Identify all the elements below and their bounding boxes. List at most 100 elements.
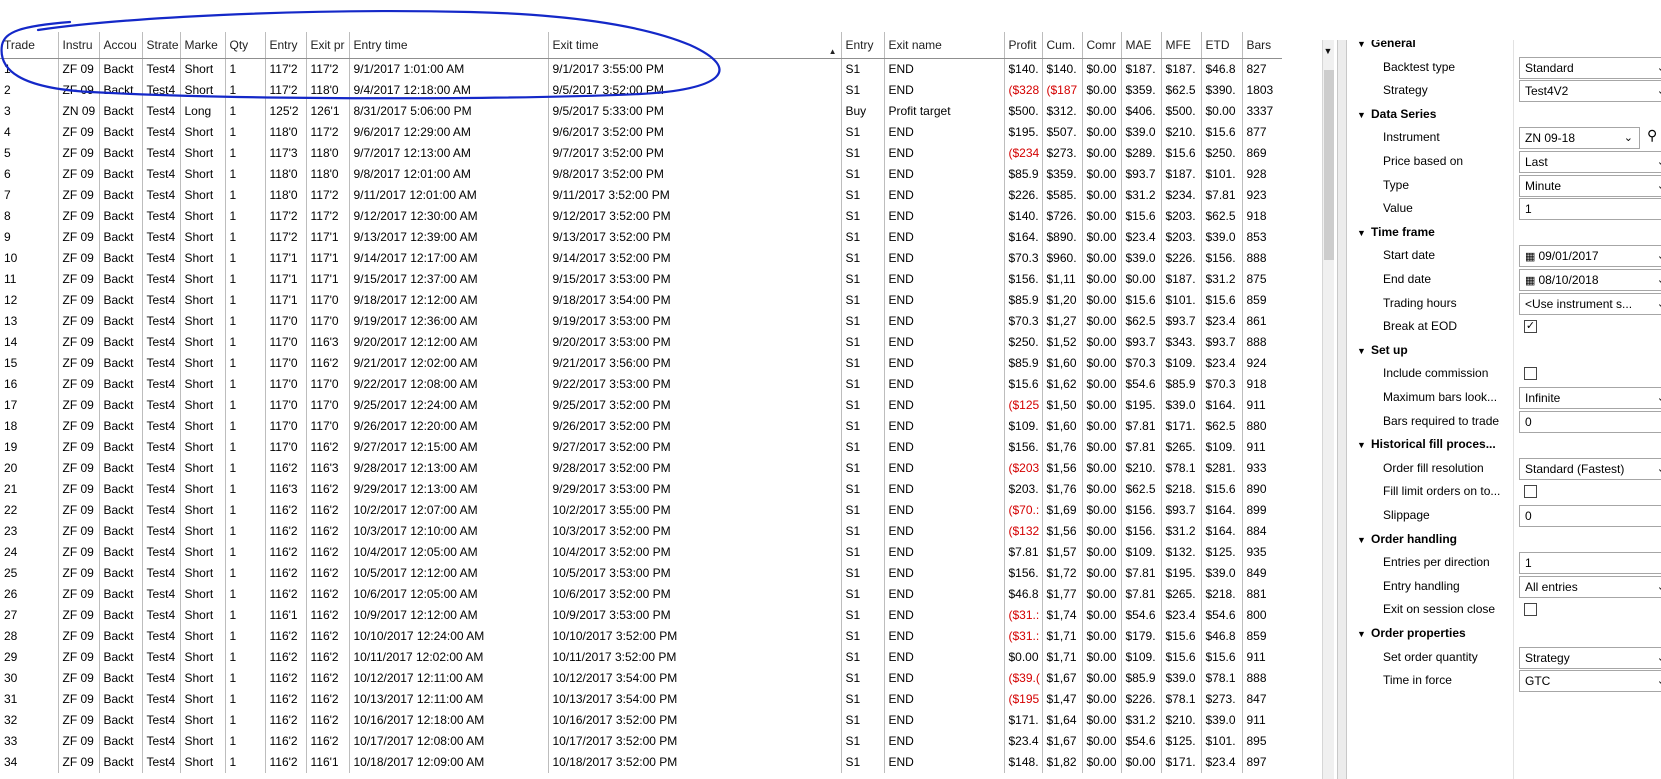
chevron-down-icon[interactable]: ⌄	[1657, 81, 1661, 101]
select-maximum-bars-look[interactable]: Infinite ⌄	[1519, 387, 1661, 409]
table-row[interactable]: 33 ZF 09 Backt Test4 Short 1 116'2 116'2 10/17/2…	[0, 731, 1282, 752]
checkbox-exit-on-session-close[interactable]	[1524, 603, 1537, 617]
table-row[interactable]: 27 ZF 09 Backt Test4 Short 1 116'1 116'2 10/9/20…	[0, 605, 1282, 626]
select-trading-hours[interactable]: <Use instrument s... ⌄	[1519, 292, 1661, 315]
section-order-properties[interactable]: ▼ Order properties	[1357, 622, 1466, 644]
column-header-marke[interactable]: Marke	[179, 32, 225, 59]
table-row[interactable]: 3 ZN 09 Backt Test4 Long 1 125'2 126'1 8/31/2017…	[0, 101, 1282, 122]
magnifier-icon[interactable]: ⚲	[1647, 127, 1661, 147]
select-strategy[interactable]: Test4V2 ⌄	[1519, 80, 1661, 103]
section-historical-fill-proces[interactable]: ▼ Historical fill proces...	[1357, 433, 1496, 455]
table-row[interactable]: 4 ZF 09 Backt Test4 Short 1 118'0 117'2 9/6/2017…	[0, 122, 1282, 143]
table-row[interactable]: 14 ZF 09 Backt Test4 Short 1 117'0 116'3 9/20/20…	[0, 332, 1282, 353]
panel-toggle-icon[interactable]: ▼	[1320, 44, 1336, 58]
column-header-cum[interactable]: Cum.	[1041, 32, 1082, 59]
table-row[interactable]: 28 ZF 09 Backt Test4 Short 1 116'2 116'2 10/10/2…	[0, 626, 1282, 647]
scrollbar-thumb[interactable]	[1324, 70, 1334, 260]
table-row[interactable]: 12 ZF 09 Backt Test4 Short 1 117'1 117'0 9/18/20…	[0, 290, 1282, 311]
column-header-strate[interactable]: Strate	[141, 32, 180, 59]
column-header-mae[interactable]: MAE	[1120, 32, 1161, 59]
table-row[interactable]: 15 ZF 09 Backt Test4 Short 1 117'0 116'2 9/21/20…	[0, 353, 1282, 374]
table-row[interactable]: 1 ZF 09 Backt Test4 Short 1 117'2 117'2 9/1/2017…	[0, 58, 1282, 80]
field-entries-per-direction[interactable]: 1	[1519, 552, 1661, 575]
column-header-exit-time[interactable]: Exit time ▲	[547, 32, 841, 59]
trades-grid[interactable]: Trade Instru Accou Strate Marke Qty Entry Exit …	[0, 0, 1330, 779]
select-time-in-force[interactable]: GTC ⌄	[1519, 670, 1661, 693]
table-row[interactable]: 9 ZF 09 Backt Test4 Short 1 117'2 117'1 9/13/201…	[0, 227, 1282, 248]
select-price-based-on[interactable]: Last ⌄	[1519, 151, 1661, 173]
chevron-down-icon[interactable]: ⌄	[1624, 128, 1633, 148]
table-row[interactable]: 23 ZF 09 Backt Test4 Short 1 116'2 116'2 10/3/20…	[0, 521, 1282, 542]
select-order-fill-resolution[interactable]: Standard (Fastest) ⌄	[1519, 457, 1661, 480]
collapse-triangle-icon[interactable]: ▼	[1357, 340, 1371, 362]
select-type[interactable]: Minute ⌄	[1519, 174, 1661, 197]
collapse-triangle-icon[interactable]: ▼	[1357, 434, 1371, 456]
column-header-entry[interactable]: Entry	[840, 32, 884, 59]
grid-vertical-scrollbar[interactable]	[1322, 40, 1334, 779]
chevron-down-icon[interactable]: ⌄	[1657, 294, 1661, 314]
chevron-down-icon[interactable]: ⌄	[1657, 577, 1661, 597]
chevron-down-icon[interactable]: ⌄	[1657, 246, 1661, 266]
field-value[interactable]: 1	[1519, 198, 1661, 221]
table-row[interactable]: 2 ZF 09 Backt Test4 Short 1 117'2 118'0 9/4/2017…	[0, 80, 1282, 101]
section-set-up[interactable]: ▼ Set up	[1357, 339, 1408, 361]
select-entry-handling[interactable]: All entries ⌄	[1519, 575, 1661, 598]
table-row[interactable]: 18 ZF 09 Backt Test4 Short 1 117'0 117'0 9/26/20…	[0, 416, 1282, 437]
chevron-down-icon[interactable]: ⌄	[1657, 270, 1661, 290]
calendar-icon[interactable]: ▦	[1525, 275, 1538, 287]
chevron-down-icon[interactable]: ⌄	[1657, 648, 1661, 668]
field-bars-required-to-trade[interactable]: 0	[1519, 410, 1661, 433]
column-header-accou[interactable]: Accou	[98, 32, 142, 59]
collapse-triangle-icon[interactable]: ▼	[1357, 623, 1371, 645]
table-row[interactable]: 13 ZF 09 Backt Test4 Short 1 117'0 117'0 9/19/20…	[0, 311, 1282, 332]
table-row[interactable]: 6 ZF 09 Backt Test4 Short 1 118'0 118'0 9/8/2017…	[0, 164, 1282, 185]
collapse-triangle-icon[interactable]: ▼	[1357, 40, 1371, 55]
table-row[interactable]: 29 ZF 09 Backt Test4 Short 1 116'2 116'2 10/11/2…	[0, 647, 1282, 668]
table-row[interactable]: 5 ZF 09 Backt Test4 Short 1 117'3 118'0 9/7/2017…	[0, 143, 1282, 164]
table-row[interactable]: 21 ZF 09 Backt Test4 Short 1 116'3 116'2 9/29/20…	[0, 479, 1282, 500]
checkbox-break-at-eod[interactable]: ✓	[1524, 320, 1537, 334]
select-set-order-quantity[interactable]: Strategy ⌄	[1519, 646, 1661, 669]
column-header-mfe[interactable]: MFE	[1160, 32, 1201, 59]
select-backtest-type[interactable]: Standard ⌄	[1519, 56, 1661, 79]
column-header-instru[interactable]: Instru	[57, 32, 99, 59]
chevron-down-icon[interactable]: ⌄	[1657, 459, 1661, 479]
table-row[interactable]: 20 ZF 09 Backt Test4 Short 1 116'2 116'3 9/28/20…	[0, 458, 1282, 479]
table-row[interactable]: 24 ZF 09 Backt Test4 Short 1 116'2 116'2 10/4/20…	[0, 542, 1282, 563]
table-row[interactable]: 11 ZF 09 Backt Test4 Short 1 117'1 117'1 9/15/20…	[0, 269, 1282, 290]
column-header-comr[interactable]: Comr	[1081, 32, 1121, 59]
column-header-exit-pr[interactable]: Exit pr	[305, 32, 349, 59]
field-slippage[interactable]: 0	[1519, 505, 1661, 527]
checkbox-include-commission[interactable]	[1524, 367, 1537, 381]
checkbox-fill-limit-orders-on-to[interactable]	[1524, 485, 1537, 499]
table-row[interactable]: 16 ZF 09 Backt Test4 Short 1 117'0 117'0 9/22/20…	[0, 374, 1282, 395]
chevron-down-icon[interactable]: ⌄	[1657, 152, 1661, 172]
column-header-qty[interactable]: Qty	[224, 32, 265, 59]
section-time-frame[interactable]: ▼ Time frame	[1357, 221, 1435, 243]
table-row[interactable]: 17 ZF 09 Backt Test4 Short 1 117'0 117'0 9/25/20…	[0, 395, 1282, 416]
select-end-date[interactable]: ▦ 08/10/2018 ⌄	[1519, 269, 1661, 291]
collapse-triangle-icon[interactable]: ▼	[1357, 104, 1371, 126]
trades-table[interactable]: Trade Instru Accou Strate Marke Qty Entry Exit …	[0, 32, 1282, 773]
table-row[interactable]: 22 ZF 09 Backt Test4 Short 1 116'2 116'2 10/2/20…	[0, 500, 1282, 521]
table-row[interactable]: 25 ZF 09 Backt Test4 Short 1 116'2 116'2 10/5/20…	[0, 563, 1282, 584]
panel-splitter[interactable]	[1337, 40, 1347, 779]
section-order-handling[interactable]: ▼ Order handling	[1357, 528, 1457, 550]
chevron-down-icon[interactable]: ⌄	[1657, 388, 1661, 408]
column-header-bars[interactable]: Bars	[1241, 32, 1282, 59]
table-row[interactable]: 10 ZF 09 Backt Test4 Short 1 117'1 117'1 9/14/20…	[0, 248, 1282, 269]
section-general[interactable]: ▼ General	[1357, 40, 1416, 54]
table-row[interactable]: 32 ZF 09 Backt Test4 Short 1 116'2 116'2 10/16/2…	[0, 710, 1282, 731]
table-row[interactable]: 34 ZF 09 Backt Test4 Short 1 116'2 116'1 10/18/2…	[0, 752, 1282, 773]
column-header-trade[interactable]: Trade	[0, 32, 58, 59]
column-header-entry[interactable]: Entry	[264, 32, 306, 59]
calendar-icon[interactable]: ▦	[1525, 251, 1538, 263]
chevron-down-icon[interactable]: ⌄	[1657, 671, 1661, 691]
column-header-etd[interactable]: ETD	[1200, 32, 1242, 59]
table-row[interactable]: 30 ZF 09 Backt Test4 Short 1 116'2 116'2 10/12/2…	[0, 668, 1282, 689]
collapse-triangle-icon[interactable]: ▼	[1357, 222, 1371, 244]
table-row[interactable]: 31 ZF 09 Backt Test4 Short 1 116'2 116'2 10/13/2…	[0, 689, 1282, 710]
table-row[interactable]: 19 ZF 09 Backt Test4 Short 1 117'0 116'2 9/27/20…	[0, 437, 1282, 458]
table-row[interactable]: 8 ZF 09 Backt Test4 Short 1 117'2 117'2 9/12/201…	[0, 206, 1282, 227]
column-header-profit[interactable]: Profit	[1003, 32, 1042, 59]
